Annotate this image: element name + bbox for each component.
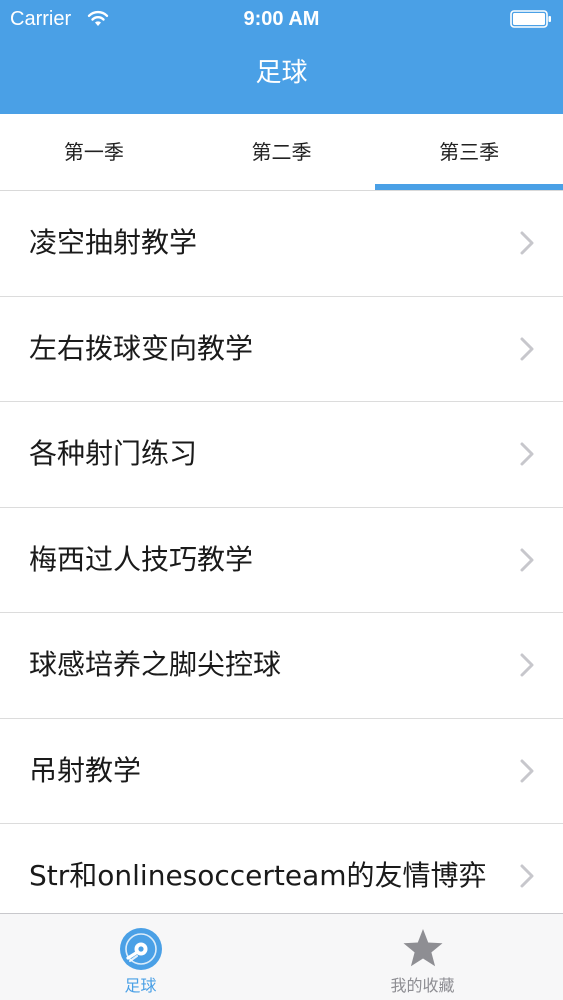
video-list[interactable]: 凌空抽射教学 左右拨球变向教学 各种射门练习 梅西过人技巧教学 球感培养之脚尖控… — [0, 191, 563, 913]
list-item-label: 球感培养之脚尖控球 — [29, 648, 282, 681]
chevron-right-icon — [520, 442, 534, 466]
chevron-right-icon — [520, 864, 534, 888]
tabbar-label-soccer: 足球 — [124, 976, 157, 995]
list-item-label: Str和onlinesoccerteam的友情博弈 — [29, 859, 487, 892]
list-item[interactable]: 凌空抽射教学 — [0, 191, 563, 297]
header: Carrier 9:00 AM 足球 — [0, 0, 563, 114]
chevron-right-icon — [520, 337, 534, 360]
list-item-label: 吊射教学 — [29, 753, 142, 787]
season-tabs: 第一季 第二季 第三季 — [0, 114, 563, 191]
chevron-right-icon — [520, 759, 534, 782]
list-item[interactable]: 各种射门练习 — [0, 402, 563, 508]
soccer-disc-icon — [119, 928, 162, 970]
list-item[interactable]: 梅西过人技巧教学 — [0, 507, 563, 613]
tabbar-label-favorites: 我的收藏 — [390, 976, 455, 995]
battery-icon — [510, 10, 551, 28]
list-item[interactable]: 吊射教学 — [0, 718, 563, 824]
status-time: 9:00 AM — [243, 8, 320, 30]
chevron-right-icon — [520, 231, 534, 255]
list-item[interactable]: Str和onlinesoccerteam的友情博弈 — [0, 824, 563, 913]
chevron-right-icon — [520, 653, 534, 677]
tab-season-2[interactable]: 第二季 — [188, 114, 376, 190]
star-icon — [403, 929, 442, 967]
list-item-label: 凌空抽射教学 — [29, 226, 198, 259]
tab-bar: 足球 我的收藏 — [0, 913, 563, 1000]
app-screen: Carrier 9:00 AM 足球 第一季 第二季 第三季 凌空抽射教学 左右… — [0, 0, 563, 1000]
selected-tab-indicator — [375, 184, 563, 190]
list-item[interactable]: 左右拨球变向教学 — [0, 296, 563, 402]
tab-season-3[interactable]: 第三季 — [375, 114, 563, 190]
tab-season-1[interactable]: 第一季 — [0, 114, 188, 190]
list-item-label: 各种射门练习 — [29, 437, 198, 470]
chevron-right-icon — [520, 548, 534, 571]
nav-bar: 足球 — [0, 38, 563, 114]
page-title: 足球 — [255, 58, 308, 88]
list-item-label: 梅西过人技巧教学 — [29, 542, 254, 576]
tabbar-item-favorites[interactable]: 我的收藏 — [282, 914, 563, 1000]
status-bar: Carrier 9:00 AM — [0, 0, 563, 38]
tabbar-item-soccer[interactable]: 足球 — [0, 914, 281, 1000]
list-item-label: 左右拨球变向教学 — [29, 331, 254, 365]
list-item[interactable]: 球感培养之脚尖控球 — [0, 613, 563, 719]
